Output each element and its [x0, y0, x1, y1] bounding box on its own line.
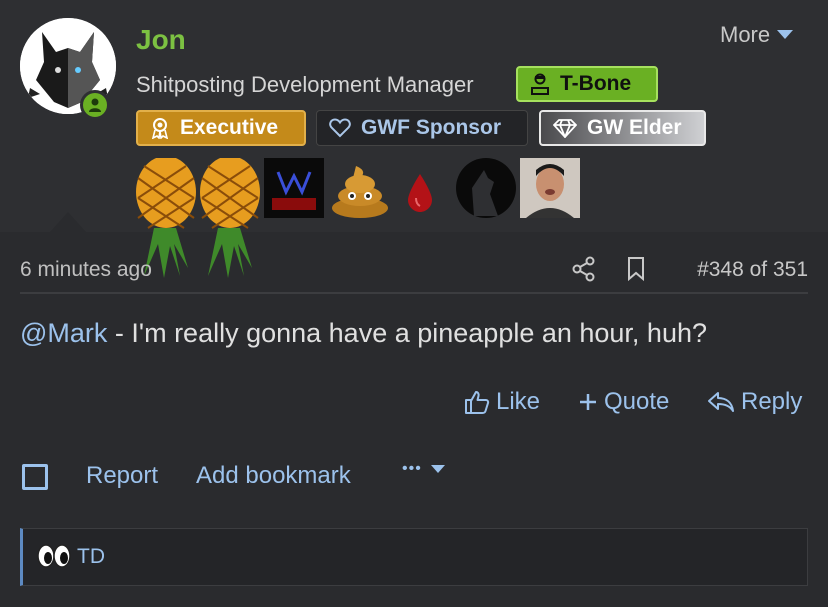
plus-icon [580, 394, 596, 410]
select-checkbox[interactable] [22, 464, 48, 490]
reply-icon [708, 392, 734, 412]
reaction-users[interactable]: TD [77, 545, 105, 569]
badge-tbone[interactable]: T-Bone [516, 66, 658, 102]
butts-badge-icon [264, 158, 324, 218]
more-options-button[interactable]: ••• [402, 460, 446, 478]
reply-button[interactable]: Reply [707, 388, 802, 416]
like-button[interactable]: Like [464, 388, 540, 416]
badge-executive[interactable]: Executive [136, 110, 306, 146]
like-label: Like [496, 388, 541, 415]
badge-gw-elder[interactable]: GW Elder [539, 110, 706, 146]
username[interactable]: Jon [136, 24, 186, 56]
quote-label: Quote [604, 388, 670, 415]
report-link[interactable]: Report [86, 462, 158, 490]
post-body: @Mark - I'm really gonna have a pineappl… [20, 318, 707, 349]
user-title: Shitposting Development Manager [136, 72, 474, 97]
online-status-icon [80, 90, 110, 120]
badge-label: Executive [180, 116, 279, 139]
post-pointer [50, 212, 86, 232]
post-meta: 6 minutes ago #348 of 351 [20, 252, 808, 294]
poop-emoji-icon [332, 166, 388, 218]
user-badge-icon [531, 73, 549, 95]
badge-label: T-Bone [560, 72, 632, 95]
wolf-silhouette-icon [456, 158, 516, 218]
badge-label: GWF Sponsor [361, 116, 501, 139]
post-footer: Report Add bookmark ••• [20, 460, 828, 500]
post-text: - I'm really gonna have a pineapple an h… [107, 318, 707, 348]
more-label: More [720, 22, 771, 47]
diamond-icon [553, 119, 577, 138]
chevron-down-icon [777, 30, 794, 39]
quote-button[interactable]: Quote [578, 388, 669, 416]
award-icon [151, 118, 169, 139]
reactions-bar[interactable]: TD [20, 528, 808, 586]
eyes-icon [37, 543, 71, 574]
share-icon[interactable] [572, 256, 596, 287]
blood-drop-icon [408, 174, 432, 212]
add-bookmark-link[interactable]: Add bookmark [196, 462, 351, 490]
user-mention[interactable]: @Mark [20, 318, 107, 348]
badge-label: GW Elder [587, 116, 682, 139]
thumbs-up-icon [465, 391, 490, 414]
chevron-down-icon [430, 465, 445, 473]
more-dots: ••• [402, 460, 422, 477]
post-number[interactable]: #348 of 351 [697, 258, 808, 282]
bookmark-icon[interactable] [626, 256, 646, 287]
man-photo-icon [520, 158, 580, 218]
more-menu[interactable]: More [720, 22, 794, 48]
post-time[interactable]: 6 minutes ago [20, 258, 152, 282]
heart-icon [329, 118, 351, 138]
badge-gwf-sponsor[interactable]: GWF Sponsor [316, 110, 528, 146]
reply-label: Reply [741, 388, 803, 415]
